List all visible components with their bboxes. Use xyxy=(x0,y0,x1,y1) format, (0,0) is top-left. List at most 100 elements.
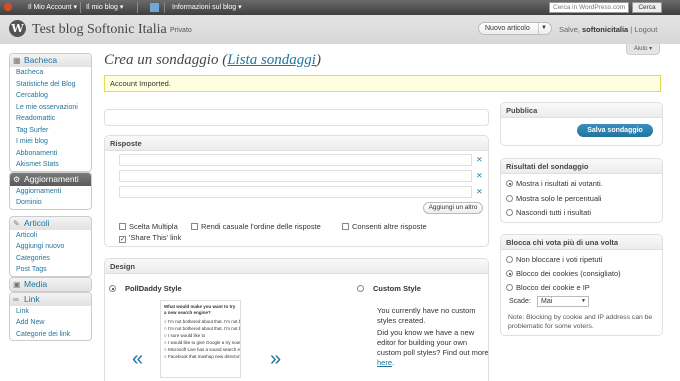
blog-info-menu[interactable]: Informazioni sul blog ▾ xyxy=(172,0,242,15)
menu-item-articoli[interactable]: Articoli xyxy=(10,230,91,242)
expire-select[interactable]: Mai ▼ xyxy=(537,296,589,307)
find-out-more-link[interactable]: here xyxy=(377,358,392,367)
menu-item-categorie-link[interactable]: Categorie dei link xyxy=(10,329,91,341)
custom-style-radio[interactable] xyxy=(357,284,367,293)
no-block-radio[interactable]: Non bloccare i voti ripetuti xyxy=(506,255,602,264)
adminbar-divider xyxy=(164,2,165,13)
adminbar-divider xyxy=(137,2,138,13)
hide-results-radio[interactable]: Nascondi tutti i risultati xyxy=(506,208,591,217)
blocking-note: Note: Blocking by cookie and IP address … xyxy=(508,314,653,330)
checkmark-icon: ✓ xyxy=(119,236,126,243)
cookie-block-radio[interactable]: Blocco dei cookies (consigliato) xyxy=(506,269,621,278)
publish-heading: Pubblica xyxy=(501,103,662,118)
checkbox-label: 'Share This' link xyxy=(129,233,182,242)
blog-info-icon[interactable] xyxy=(150,3,159,12)
checkbox-label: Scelta Multipla xyxy=(129,222,178,231)
delete-answer-icon[interactable]: ⨯ xyxy=(476,155,483,164)
wordpress-search-input[interactable] xyxy=(549,2,629,13)
menu-item-cercablog[interactable]: Cercablog xyxy=(10,90,91,102)
radio-label: Mostra solo le percentuali xyxy=(516,194,602,203)
menu-item-dominio[interactable]: Dominio xyxy=(10,197,91,209)
cookie-ip-block-radio[interactable]: Blocco dei cookie e IP xyxy=(506,283,590,292)
poll-style-preview: What would make you want to try a new se… xyxy=(160,300,241,378)
answers-heading: Risposte xyxy=(105,136,488,151)
polldaddy-style-label: PollDaddy Style xyxy=(125,284,182,293)
answer-input[interactable] xyxy=(119,186,472,198)
previous-style-icon[interactable]: « xyxy=(132,349,143,369)
poll-list-link[interactable]: Lista sondaggi xyxy=(227,52,316,68)
block-heading: Blocca chi vota più di una volta xyxy=(501,235,662,250)
delete-answer-icon[interactable]: ⨯ xyxy=(476,187,483,196)
checkbox-icon xyxy=(119,223,126,230)
help-tab[interactable]: Aiuto ▾ xyxy=(626,44,660,55)
my-blog-menu[interactable]: Il mio blog ▾ xyxy=(86,0,123,15)
percent-only-radio[interactable]: Mostra solo le percentuali xyxy=(506,194,601,203)
checkbox-icon xyxy=(342,223,349,230)
save-poll-button[interactable]: Salva sondaggio xyxy=(577,124,653,137)
add-answer-button[interactable]: Aggiungi un altro xyxy=(423,202,483,214)
menu-item-post-tags[interactable]: Post Tags xyxy=(10,264,91,276)
show-results-radio[interactable]: Mostra i risultati ai votanti. xyxy=(506,179,603,188)
admin-sidebar-menu: ▦ Bacheca Bacheca Statistiche del Blog Ce… xyxy=(9,53,92,341)
next-style-icon[interactable]: » xyxy=(270,349,281,369)
menu-item-tag-surfer[interactable]: Tag Surfer xyxy=(10,125,91,137)
menu-group-media: ▣ Media xyxy=(9,276,92,292)
menu-item-aggiungi-nuovo[interactable]: Aggiungi nuovo xyxy=(10,241,91,253)
menu-head-bacheca[interactable]: ▦ Bacheca xyxy=(10,54,91,67)
new-article-button[interactable]: Nuovo articolo ▼ xyxy=(478,22,552,35)
link-icon: ∞ xyxy=(13,294,19,304)
menu-item-link[interactable]: Link xyxy=(10,306,91,318)
results-heading: Risultati del sondaggio xyxy=(501,159,662,174)
chevron-down-icon[interactable]: ▼ xyxy=(538,23,549,34)
poll-results-panel: Risultati del sondaggio Mostra i risulta… xyxy=(500,158,663,223)
menu-head-label: Media xyxy=(24,278,48,289)
answer-input[interactable] xyxy=(119,170,472,182)
menu-item-aggiornamenti[interactable]: Aggiornamenti xyxy=(10,186,91,198)
poll-question-input[interactable] xyxy=(104,109,489,126)
menu-item-statistiche[interactable]: Statistiche del Blog xyxy=(10,79,91,91)
menu-item-miei-blog[interactable]: I miei blog xyxy=(10,136,91,148)
preview-option: I'm not bothered about that. I'm not bot… xyxy=(164,319,240,324)
radio-icon xyxy=(506,284,513,291)
wordpress-com-icon[interactable] xyxy=(4,3,12,11)
preview-option: I sure would like to xyxy=(164,333,237,338)
menu-item-readomattic[interactable]: Readomattic xyxy=(10,113,91,125)
menu-item-osservazioni[interactable]: Le mie osservazioni xyxy=(10,102,91,114)
user-greeting: Salve, softonicitalia | Logout xyxy=(559,25,658,34)
delete-answer-icon[interactable]: ⨯ xyxy=(476,171,483,180)
no-custom-styles-text: You currently have no custom styles crea… xyxy=(377,306,476,325)
polldaddy-style-radio[interactable] xyxy=(109,284,119,293)
chevron-down-icon: ▼ xyxy=(581,298,586,304)
answer-input[interactable] xyxy=(119,154,472,166)
preview-question: What would make you want to try a new se… xyxy=(164,304,236,315)
admin-bar: Il Mio Account ▾ Il mio blog ▾ Informazi… xyxy=(0,0,680,15)
new-article-label: Nuovo articolo xyxy=(485,25,530,32)
my-account-menu[interactable]: Il Mio Account ▾ xyxy=(28,0,77,15)
radio-label: Mostra i risultati ai votanti. xyxy=(516,179,603,188)
search-button[interactable]: Cerca xyxy=(632,2,662,13)
menu-item-bacheca[interactable]: Bacheca xyxy=(10,67,91,79)
preview-option: Microsoft Live has a sound search engine xyxy=(164,347,240,352)
greeting-prefix: Salve, xyxy=(559,25,580,34)
randomize-checkbox[interactable]: Rendi casuale l'ordine delle risposte xyxy=(191,222,321,231)
menu-item-akismet-stats[interactable]: Akismet Stats xyxy=(10,159,91,171)
logout-link[interactable]: Logout xyxy=(634,25,657,34)
multiple-choice-checkbox[interactable]: Scelta Multipla xyxy=(119,222,178,231)
blog-info-label: Informazioni sul blog xyxy=(172,4,237,11)
site-title[interactable]: Test blog Softonic Italia xyxy=(32,22,167,38)
radio-icon xyxy=(357,285,364,292)
share-this-checkbox[interactable]: ✓ 'Share This' link xyxy=(119,233,181,243)
menu-head-media[interactable]: ▣ Media xyxy=(10,277,91,291)
username-link[interactable]: softonicitalia xyxy=(582,25,628,34)
allow-other-checkbox[interactable]: Consenti altre risposte xyxy=(342,222,427,231)
menu-head-aggiornamenti[interactable]: ⚙ Aggiornamenti xyxy=(10,172,91,186)
menu-head-link[interactable]: ∞ Link xyxy=(10,292,91,306)
menu-item-categories[interactable]: Categories xyxy=(10,253,91,265)
radio-label: Non bloccare i voti ripetuti xyxy=(516,255,603,264)
page-title-text: Crea un sondaggio ( xyxy=(104,52,228,68)
menu-item-abbonamenti[interactable]: Abbonamenti xyxy=(10,148,91,160)
expire-value: Mai xyxy=(541,298,553,305)
adminbar-divider xyxy=(80,2,81,13)
menu-head-articoli[interactable]: ✎ Articoli xyxy=(10,216,91,230)
menu-item-add-new[interactable]: Add New xyxy=(10,317,91,329)
